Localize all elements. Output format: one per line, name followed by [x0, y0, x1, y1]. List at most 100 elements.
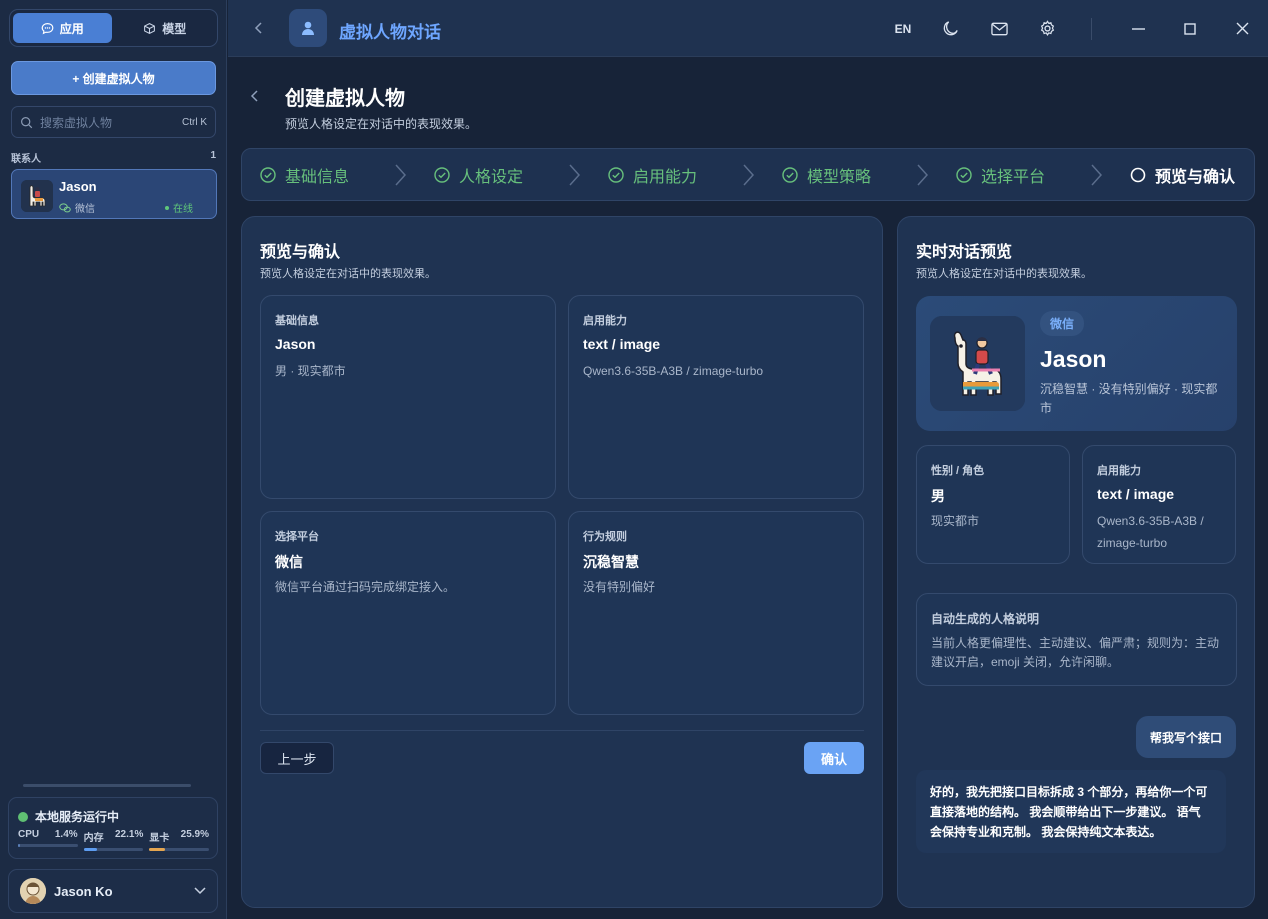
- create-character-button[interactable]: + 创建虚拟人物: [11, 61, 216, 95]
- check-circle-icon: [434, 166, 450, 183]
- metric-bar: [149, 848, 210, 851]
- search-shortcut: Ctrl K: [182, 116, 207, 128]
- maximize-button[interactable]: [1164, 22, 1216, 35]
- app-window: 应用 模型 + 创建虚拟人物 搜索虚拟人物 Ctrl K 联系人 1 Jason: [0, 0, 1268, 919]
- chevron-right-icon: [1091, 163, 1102, 186]
- alpaca-rider-illustration: [930, 316, 1025, 411]
- language-toggle[interactable]: EN: [879, 22, 927, 36]
- step-label: 模型策略: [807, 168, 872, 186]
- metric-bar-fill: [83, 848, 97, 851]
- previous-step-button[interactable]: 上一步: [260, 742, 334, 774]
- card-desc: 微信平台通过扫码完成绑定接入。: [275, 580, 456, 594]
- contact-status: 在线: [165, 200, 193, 215]
- app-logo: [289, 9, 327, 47]
- search-placeholder: 搜索虚拟人物: [40, 115, 113, 130]
- chevron-right-icon: [917, 163, 928, 186]
- circle-icon: [1130, 167, 1146, 182]
- card-desc: 男 · 现实都市: [275, 364, 346, 378]
- check-circle-icon: [782, 166, 798, 183]
- service-status-title: 本地服务运行中: [18, 808, 119, 825]
- live-card-gender-role: 性别 / 角色 男 现实都市: [916, 445, 1070, 564]
- contact-platform: 微信: [59, 200, 95, 215]
- card-desc: Qwen3.6-35B-A3B / zimage-turbo: [1097, 514, 1204, 550]
- page-subtitle: 预览人格设定在对话中的表现效果。: [285, 117, 478, 131]
- user-avatar-icon: [20, 878, 46, 904]
- persona-desc: 沉稳智慧 · 没有特别偏好 · 现实都市: [1040, 382, 1218, 415]
- step-capabilities[interactable]: 启用能力: [608, 163, 782, 187]
- preview-title: 预览与确认: [260, 244, 341, 261]
- bot-message-bubble: 好的，我先把接口目标拆成 3 个部分，再给你一个可直接落地的结构。 我会顺带给出…: [916, 770, 1226, 853]
- card-key: 基础信息: [275, 315, 319, 327]
- minimize-button[interactable]: [1112, 27, 1164, 30]
- app-title: 虚拟人物对话: [339, 23, 441, 42]
- persona-image: [930, 316, 1025, 411]
- chat-icon: [41, 22, 54, 34]
- service-status-panel: 本地服务运行中 CPU 1.4% 内存 22.1% 显卡 25.9%: [8, 797, 218, 859]
- step-label: 人格设定: [459, 168, 524, 186]
- toolbar-divider: [1091, 17, 1092, 40]
- live-preview-subtitle: 预览人格设定在对话中的表现效果。: [916, 268, 1092, 280]
- live-preview-panel: 实时对话预览 预览人格设定在对话中的表现效果。 微信 Jason 沉稳智慧 · …: [897, 216, 1255, 908]
- card-value: 男: [931, 488, 945, 504]
- contact-name: Jason: [59, 179, 97, 194]
- summary-card-rules: 行为规则 沉稳智慧 没有特别偏好: [568, 511, 864, 715]
- close-icon: [1236, 22, 1248, 35]
- theme-toggle[interactable]: [927, 20, 975, 37]
- back-arrow-icon[interactable]: [254, 20, 264, 36]
- card-value: 沉稳智慧: [583, 554, 639, 570]
- metric-cpu: CPU 1.4%: [18, 829, 78, 851]
- page-back-icon[interactable]: [250, 88, 260, 104]
- sidebar-scrollbar[interactable]: [23, 784, 191, 787]
- step-model-strategy[interactable]: 模型策略: [782, 163, 956, 187]
- wizard-stepper: 基础信息 人格设定 启用能力 模型策略 选择平台 预览与确认: [241, 148, 1255, 201]
- minimize-icon: [1131, 27, 1145, 30]
- step-label: 启用能力: [633, 168, 698, 186]
- user-menu[interactable]: Jason Ko: [8, 869, 218, 913]
- tab-apps[interactable]: 应用: [13, 13, 112, 43]
- tab-models[interactable]: 模型: [116, 13, 215, 43]
- metric-label: 显卡: [149, 833, 170, 844]
- card-value: Jason: [275, 336, 316, 352]
- maximize-icon: [1184, 22, 1196, 35]
- mail-button[interactable]: [975, 22, 1023, 36]
- user-name: Jason Ko: [54, 883, 113, 899]
- preview-subtitle: 预览人格设定在对话中的表现效果。: [260, 268, 436, 280]
- user-avatar: [20, 878, 46, 904]
- live-preview-title: 实时对话预览: [916, 244, 1013, 261]
- summary-card-platform: 选择平台 微信 微信平台通过扫码完成绑定接入。: [260, 511, 556, 715]
- close-button[interactable]: [1216, 22, 1268, 35]
- live-card-capabilities: 启用能力 text / image Qwen3.6-35B-A3B / zima…: [1082, 445, 1236, 564]
- contact-platform-label: 微信: [75, 204, 95, 215]
- mode-switch: 应用 模型: [9, 9, 218, 47]
- settings-icon: [1040, 20, 1054, 36]
- chevron-right-icon: [569, 163, 580, 186]
- metric-bar-fill: [149, 848, 165, 851]
- window-controls: EN: [879, 0, 1268, 57]
- metric-value: 22.1%: [114, 829, 144, 840]
- card-value: text / image: [583, 336, 661, 352]
- resource-metrics: CPU 1.4% 内存 22.1% 显卡 25.9%: [18, 829, 210, 851]
- persona-note-card: 自动生成的人格说明 当前人格更偏理性、主动建议、偏严肃；规则为：主动建议开启，e…: [916, 593, 1237, 686]
- online-dot-icon: [165, 205, 169, 210]
- box-icon: [144, 22, 156, 34]
- card-desc: Qwen3.6-35B-A3B / zimage-turbo: [583, 364, 764, 378]
- step-platform[interactable]: 选择平台: [956, 163, 1130, 187]
- note-text: 当前人格更偏理性、主动建议、偏严肃；规则为：主动建议开启，emoji 关闭，允许…: [931, 636, 1220, 669]
- tab-models-label: 模型: [162, 21, 187, 36]
- settings-button[interactable]: [1023, 20, 1071, 37]
- contacts-title: 联系人: [11, 154, 41, 165]
- search-input[interactable]: 搜索虚拟人物 Ctrl K: [11, 106, 216, 138]
- step-persona[interactable]: 人格设定: [434, 163, 608, 187]
- card-desc: 没有特别偏好: [583, 580, 656, 594]
- search-icon: [21, 116, 33, 128]
- wechat-icon: [59, 202, 71, 212]
- confirm-button[interactable]: 确认: [804, 742, 864, 774]
- step-preview-confirm[interactable]: 预览与确认: [1130, 163, 1235, 187]
- step-basic-info[interactable]: 基础信息: [260, 163, 434, 187]
- contact-avatar: [21, 180, 53, 212]
- card-key: 启用能力: [1097, 465, 1141, 477]
- page-title: 创建虚拟人物: [285, 88, 405, 110]
- check-circle-icon: [608, 166, 624, 183]
- contact-item[interactable]: Jason 微信 在线: [11, 169, 217, 219]
- chevron-down-icon[interactable]: [194, 887, 206, 895]
